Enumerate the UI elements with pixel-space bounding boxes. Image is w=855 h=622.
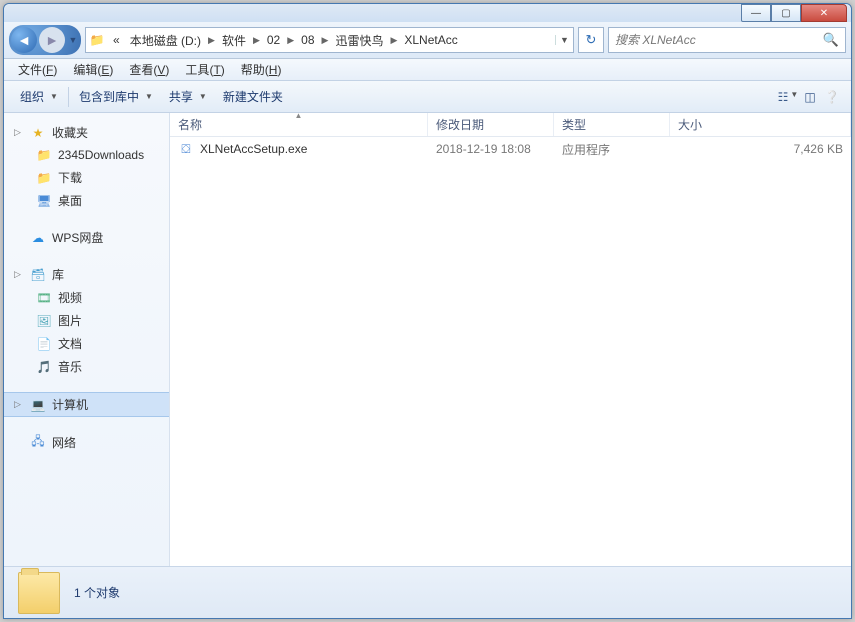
column-headers: 名称▲ 修改日期 类型 大小 — [170, 113, 851, 137]
sidebar-item-desktop[interactable]: 🖥桌面 — [4, 189, 169, 212]
sidebar-computer[interactable]: ▷💻计算机 — [4, 392, 169, 417]
sidebar-item-videos[interactable]: 🎞视频 — [4, 286, 169, 309]
star-icon: ★ — [30, 125, 46, 141]
video-icon: 🎞 — [36, 290, 52, 306]
breadcrumb-item[interactable]: XLNetAcc — [399, 28, 462, 52]
menu-view[interactable]: 查看(V) — [121, 59, 177, 80]
navbar: ◄ ► ▼ 📁 « 本地磁盘 (D:)▶ 软件▶ 02▶ 08▶ 迅雷快鸟▶ X… — [4, 22, 851, 59]
status-bar: 1 个对象 — [4, 566, 851, 618]
sidebar-wps[interactable]: ☁WPS网盘 — [4, 226, 169, 249]
computer-icon: 💻 — [30, 397, 46, 413]
chevron-right-icon: ▶ — [320, 35, 331, 46]
search-input[interactable] — [615, 33, 823, 47]
search-box[interactable]: 🔍 — [608, 27, 846, 53]
folder-icon: 📁 — [36, 147, 52, 163]
chevron-right-icon: ▶ — [388, 35, 399, 46]
sidebar-libraries[interactable]: ▷🗃库 — [4, 263, 169, 286]
column-name[interactable]: 名称▲ — [170, 113, 428, 136]
minimize-button[interactable]: — — [741, 4, 771, 22]
chevron-down-icon: ▼ — [50, 92, 58, 101]
document-icon: 📄 — [36, 336, 52, 352]
share-button[interactable]: 共享▼ — [161, 84, 215, 109]
include-library-button[interactable]: 包含到库中▼ — [71, 84, 161, 109]
sidebar-item-2345downloads[interactable]: 📁2345Downloads — [4, 144, 169, 166]
network-icon: 🖧 — [30, 435, 46, 451]
breadcrumb-item[interactable]: 本地磁盘 (D:) — [125, 28, 206, 52]
file-row[interactable]: ⛋ XLNetAccSetup.exe 2018-12-19 18:08 应用程序… — [170, 137, 851, 161]
chevron-right-icon: ▶ — [251, 35, 262, 46]
nav-arrows: ◄ ► ▼ — [9, 25, 81, 55]
sidebar-item-pictures[interactable]: 🖼图片 — [4, 309, 169, 332]
explorer-window: — ▢ ✕ ◄ ► ▼ 📁 « 本地磁盘 (D:)▶ 软件▶ 02▶ 08▶ 迅… — [3, 3, 852, 619]
maximize-button[interactable]: ▢ — [771, 4, 801, 22]
music-icon: 🎵 — [36, 359, 52, 375]
file-date: 2018-12-19 18:08 — [428, 142, 554, 156]
cloud-icon: ☁ — [30, 230, 46, 246]
menu-tools[interactable]: 工具(T) — [177, 59, 232, 80]
folder-icon: 📁 — [86, 33, 108, 47]
chevron-right-icon: ▶ — [285, 35, 296, 46]
menu-help[interactable]: 帮助(H) — [233, 59, 290, 80]
sidebar-item-music[interactable]: 🎵音乐 — [4, 355, 169, 378]
organize-button[interactable]: 组织▼ — [12, 84, 66, 109]
forward-button[interactable]: ► — [39, 27, 65, 53]
breadcrumb-item[interactable]: 软件 — [217, 28, 251, 52]
picture-icon: 🖼 — [36, 313, 52, 329]
help-button[interactable]: ❔ — [821, 90, 843, 104]
sidebar-item-documents[interactable]: 📄文档 — [4, 332, 169, 355]
sidebar-item-downloads[interactable]: 📁下载 — [4, 166, 169, 189]
toolbar: 组织▼ 包含到库中▼ 共享▼ 新建文件夹 ☷▼ ◫ ❔ — [4, 81, 851, 113]
back-button[interactable]: ◄ — [11, 27, 37, 53]
breadcrumb[interactable]: 📁 « 本地磁盘 (D:)▶ 软件▶ 02▶ 08▶ 迅雷快鸟▶ XLNetAc… — [85, 27, 574, 53]
sidebar: ▷★收藏夹 📁2345Downloads 📁下载 🖥桌面 ☁WPS网盘 ▷🗃库 … — [4, 113, 170, 566]
file-pane: 名称▲ 修改日期 类型 大小 ⛋ XLNetAccSetup.exe 2018-1… — [170, 113, 851, 566]
desktop-icon: 🖥 — [36, 193, 52, 209]
breadcrumb-overflow[interactable]: « — [108, 28, 125, 52]
library-icon: 🗃 — [30, 267, 46, 283]
search-icon[interactable]: 🔍 — [823, 32, 839, 48]
titlebar[interactable]: — ▢ ✕ — [4, 4, 851, 22]
sort-asc-icon: ▲ — [170, 113, 427, 120]
sidebar-favorites[interactable]: ▷★收藏夹 — [4, 121, 169, 144]
column-type[interactable]: 类型 — [554, 113, 670, 136]
file-list[interactable]: ⛋ XLNetAccSetup.exe 2018-12-19 18:08 应用程序… — [170, 137, 851, 566]
breadcrumb-item[interactable]: 迅雷快鸟 — [330, 28, 388, 52]
file-type: 应用程序 — [554, 141, 670, 158]
menu-file[interactable]: 文件(F) — [10, 59, 65, 80]
preview-pane-button[interactable]: ◫ — [799, 90, 821, 104]
chevron-down-icon: ▼ — [145, 92, 153, 101]
folder-large-icon — [18, 572, 60, 614]
breadcrumb-item[interactable]: 08 — [296, 28, 319, 52]
file-name: XLNetAccSetup.exe — [200, 142, 307, 156]
menubar: 文件(F) 编辑(E) 查看(V) 工具(T) 帮助(H) — [4, 59, 851, 81]
menu-edit[interactable]: 编辑(E) — [65, 59, 121, 80]
status-count: 1 个对象 — [74, 584, 120, 601]
expand-icon: ▷ — [14, 399, 24, 410]
chevron-right-icon: ▶ — [206, 35, 217, 46]
sidebar-network[interactable]: 🖧网络 — [4, 431, 169, 454]
refresh-button[interactable]: ↻ — [578, 27, 604, 53]
breadcrumb-dropdown[interactable]: ▼ — [555, 35, 573, 45]
exe-icon: ⛋ — [178, 141, 194, 157]
column-size[interactable]: 大小 — [670, 113, 851, 136]
breadcrumb-item[interactable]: 02 — [262, 28, 285, 52]
close-button[interactable]: ✕ — [801, 4, 847, 22]
new-folder-button[interactable]: 新建文件夹 — [215, 84, 291, 109]
folder-icon: 📁 — [36, 170, 52, 186]
chevron-down-icon: ▼ — [199, 92, 207, 101]
view-options-button[interactable]: ☷▼ — [777, 90, 799, 104]
expand-icon: ▷ — [14, 269, 24, 280]
file-size: 7,426 KB — [670, 142, 851, 156]
column-date[interactable]: 修改日期 — [428, 113, 554, 136]
nav-history-dropdown[interactable]: ▼ — [67, 35, 79, 45]
expand-icon: ▷ — [14, 127, 24, 138]
